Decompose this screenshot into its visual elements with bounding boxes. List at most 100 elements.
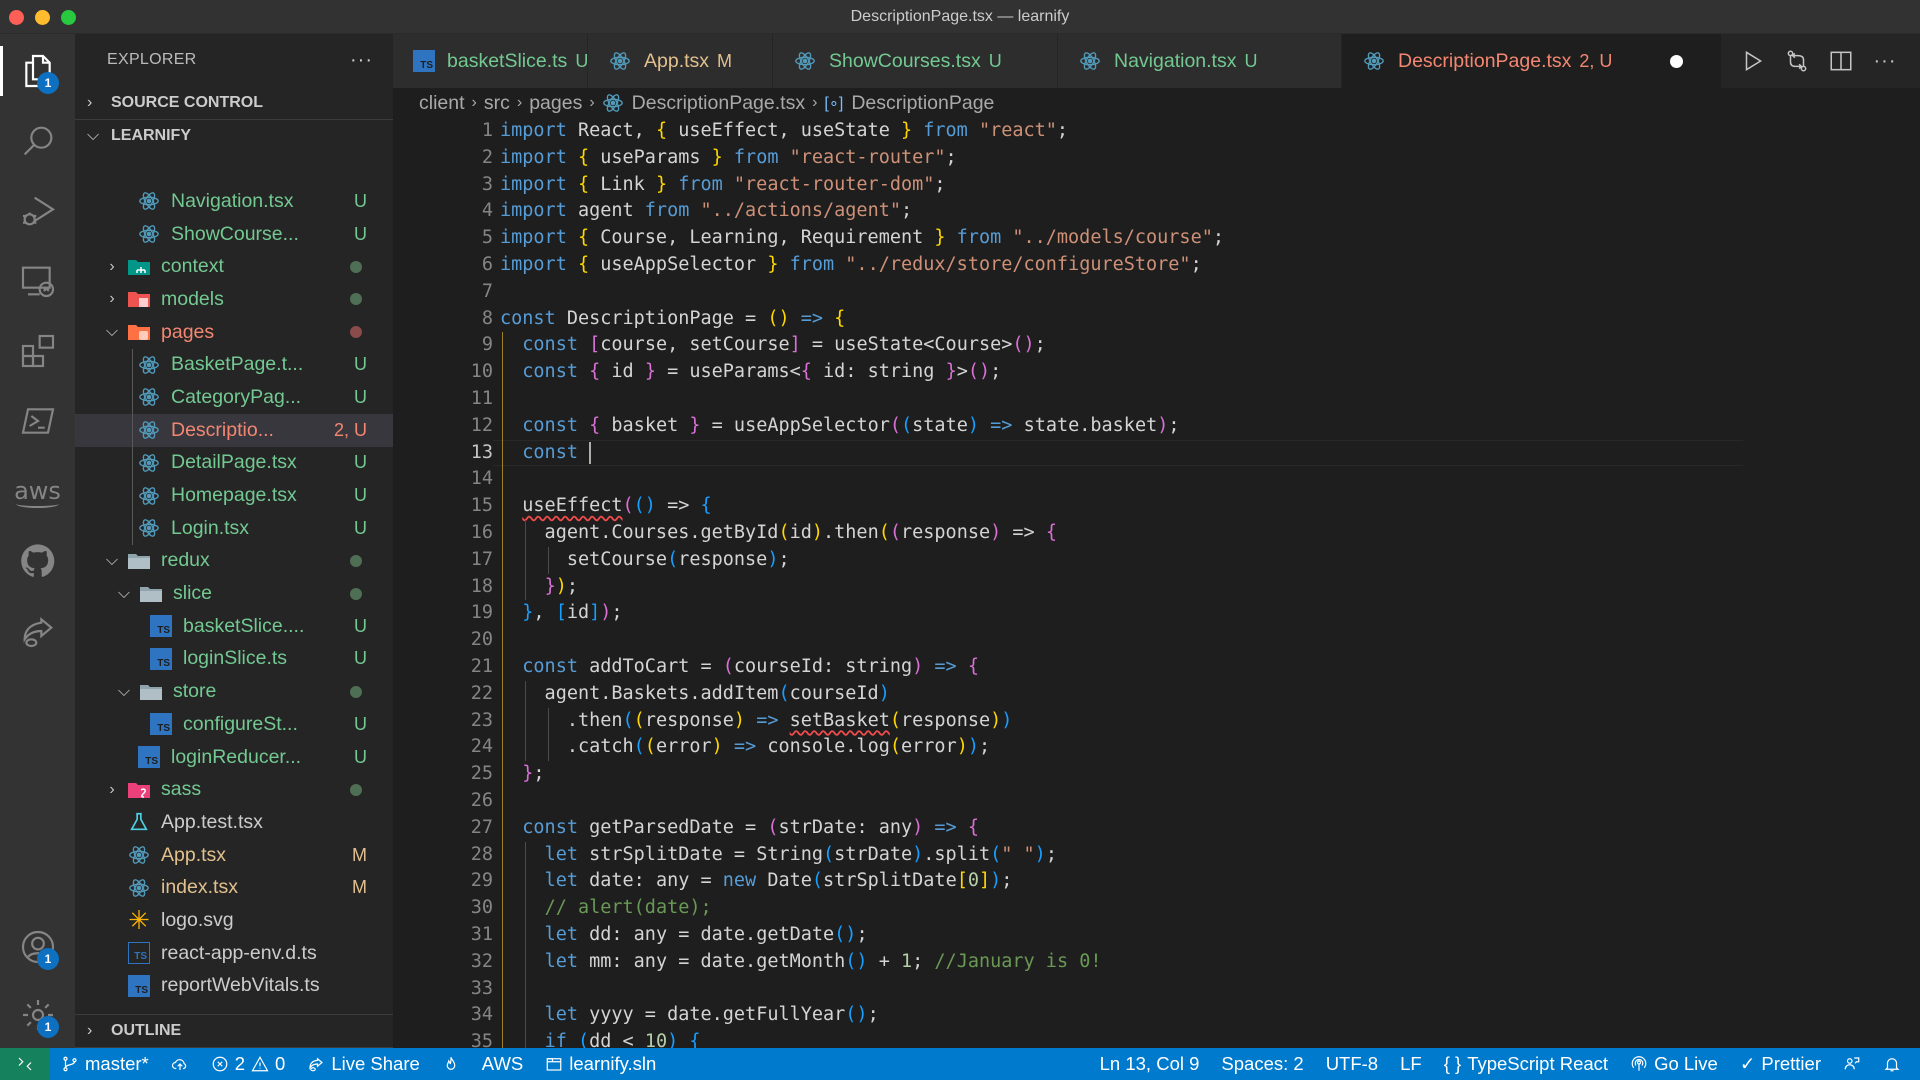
explorer-more-button[interactable]: ···: [350, 49, 373, 72]
folder-item[interactable]: ⌵ pages: [75, 316, 393, 349]
language-mode[interactable]: { } TypeScript React: [1433, 1048, 1619, 1080]
breadcrumb-item[interactable]: pages: [529, 92, 582, 115]
aws-status-button[interactable]: AWS: [471, 1048, 534, 1080]
run-button[interactable]: [1736, 44, 1770, 78]
accounts-activity[interactable]: 1: [0, 914, 75, 980]
react-icon: [137, 516, 161, 540]
breadcrumb-item[interactable]: client: [419, 92, 465, 115]
folder-item[interactable]: ⌵ redux: [75, 545, 393, 578]
file-item[interactable]: Homepage.tsx U: [75, 479, 393, 512]
end-of-line[interactable]: LF: [1389, 1048, 1433, 1080]
folder-item[interactable]: ⌵ slice: [75, 577, 393, 610]
notifications-button[interactable]: [1872, 1048, 1912, 1080]
line-number: 34: [470, 1004, 493, 1026]
folder-item[interactable]: › sass: [75, 773, 393, 806]
open-changes-button[interactable]: [1780, 44, 1814, 78]
live-share-activity[interactable]: [0, 598, 75, 664]
folder-sass-icon: [127, 778, 151, 802]
file-item[interactable]: ShowCourse... U: [75, 218, 393, 251]
file-item[interactable]: Descriptio... 2, U: [75, 413, 393, 447]
editor-tab[interactable]: Navigation.tsx U: [1058, 34, 1342, 88]
prettier-button[interactable]: ✓ Prettier: [1729, 1048, 1832, 1080]
folder-item[interactable]: ⌵ store: [75, 675, 393, 708]
code-line: });: [500, 574, 578, 601]
workspace-section[interactable]: ⌵ LEARNIFY: [75, 119, 393, 152]
file-item[interactable]: TS configureSt... U: [75, 708, 393, 741]
sync-button[interactable]: [160, 1048, 200, 1080]
more-actions-button[interactable]: ···: [1868, 44, 1902, 78]
indentation[interactable]: Spaces: 2: [1210, 1048, 1314, 1080]
go-live-button[interactable]: Go Live: [1619, 1048, 1729, 1080]
file-item[interactable]: TS loginReducer... U: [75, 741, 393, 774]
breadcrumb-item[interactable]: src: [484, 92, 510, 115]
aws-activity[interactable]: aws: [0, 458, 75, 524]
cursor-position[interactable]: Ln 13, Col 9: [1089, 1048, 1211, 1080]
powershell-activity[interactable]: [0, 388, 75, 454]
git-status-dot: [350, 783, 362, 796]
react-icon: [127, 876, 151, 900]
react-icon: [137, 385, 161, 409]
encoding[interactable]: UTF-8: [1315, 1048, 1389, 1080]
search-activity[interactable]: [0, 108, 75, 174]
code-token: ): [767, 548, 779, 570]
breadcrumb-item[interactable]: DescriptionPage: [851, 92, 994, 115]
chevron-right-icon: ›: [109, 290, 115, 308]
file-item[interactable]: BasketPage.t... U: [75, 348, 393, 381]
editor-tab[interactable]: ShowCourses.tsx U: [773, 34, 1058, 88]
manage-activity[interactable]: 1: [0, 982, 75, 1048]
warning-icon: [251, 1056, 269, 1072]
breadcrumb-item[interactable]: DescriptionPage.tsx: [632, 92, 805, 115]
folder-item[interactable]: › context: [75, 250, 393, 283]
remote-indicator[interactable]: [0, 1048, 50, 1080]
file-item[interactable]: Login.tsx U: [75, 512, 393, 545]
file-item[interactable]: ✳ logo.svg: [75, 904, 393, 937]
live-share-button[interactable]: Live Share: [296, 1048, 430, 1080]
file-item[interactable]: App.test.tsx: [75, 806, 393, 839]
solution-button[interactable]: learnify.sln: [534, 1048, 667, 1080]
git-status-badge: U: [354, 223, 367, 244]
unsaved-dot-icon[interactable]: [1670, 55, 1683, 68]
file-label: App.tsx: [161, 843, 227, 866]
code-line: const addToCart = (courseId: string) => …: [500, 654, 979, 681]
editor-tab[interactable]: App.tsx M: [588, 34, 773, 88]
file-item[interactable]: DetailPage.tsx U: [75, 447, 393, 480]
feedback-button[interactable]: [1832, 1048, 1872, 1080]
source-control-section[interactable]: › SOURCE CONTROL: [75, 86, 393, 119]
warning-count: 0: [275, 1053, 286, 1074]
split-editor-button[interactable]: [1824, 44, 1858, 78]
line-number: 28: [470, 843, 493, 865]
line-number: 3: [481, 173, 493, 195]
file-item[interactable]: Navigation.tsx U: [75, 185, 393, 218]
code-token: ): [912, 843, 924, 865]
extensions-activity[interactable]: [0, 318, 75, 384]
file-item[interactable]: CategoryPag... U: [75, 381, 393, 414]
folder-item[interactable]: › models: [75, 283, 393, 316]
file-item[interactable]: TS react-app-env.d.ts: [75, 937, 393, 970]
remote-explorer-activity[interactable]: [0, 248, 75, 314]
file-item[interactable]: index.tsx M: [75, 871, 393, 904]
github-activity[interactable]: [0, 528, 75, 594]
editor-tab[interactable]: DescriptionPage.tsx 2, U: [1342, 34, 1722, 88]
explorer-activity[interactable]: 1: [0, 38, 75, 104]
run-debug-activity[interactable]: [0, 178, 75, 244]
editor-tab[interactable]: TS basketSlice.ts U: [393, 34, 588, 88]
indent-guide: [525, 520, 526, 601]
code-token: // alert(date);: [544, 897, 712, 919]
folder-pages-icon: [127, 320, 151, 344]
flame-button[interactable]: [431, 1048, 471, 1080]
problems-indicator[interactable]: 2 0: [200, 1048, 297, 1080]
line-number: 9: [481, 334, 493, 356]
outline-section[interactable]: › OUTLINE: [75, 1014, 393, 1047]
branch-indicator[interactable]: master*: [50, 1048, 160, 1080]
code-token: (: [811, 870, 824, 892]
file-item[interactable]: TS loginSlice.ts U: [75, 643, 393, 676]
tab-status-badge: 2, U: [1579, 50, 1613, 71]
file-item[interactable]: TS basketSlice.... U: [75, 610, 393, 643]
file-item[interactable]: TS reportWebVitals.ts: [75, 970, 393, 1003]
code-editor[interactable]: 1 2 3 4 5 6 7 8 9 10 11 12 13 14 15 16 17 18 19 20 21 22 23 24 2…: [393, 118, 1920, 1048]
file-item[interactable]: App.tsx M: [75, 839, 393, 872]
